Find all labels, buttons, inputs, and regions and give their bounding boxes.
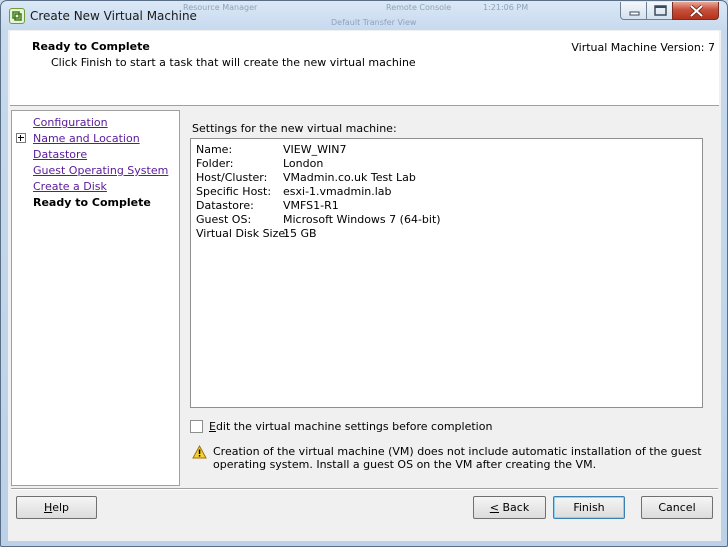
settings-summary-box[interactable]: Name: VIEW_WIN7 Folder: London Host/Cluste… <box>190 138 703 408</box>
vm-version-label: Virtual Machine Version: 7 <box>571 41 715 54</box>
help-button[interactable]: Help <box>16 496 97 519</box>
maximize-icon <box>654 5 667 16</box>
dialog-window: Create New Virtual Machine Resource Mana… <box>0 0 728 547</box>
summary-key: Host/Cluster: <box>196 171 268 184</box>
summary-value: VIEW_WIN7 <box>283 143 347 156</box>
step-description: Click Finish to start a task that will c… <box>51 56 416 69</box>
nav-item-create-disk[interactable]: Create a Disk <box>33 180 107 193</box>
warning-triangle-icon <box>192 445 207 459</box>
accelerator-key: E <box>209 420 216 433</box>
footer-divider <box>11 488 718 490</box>
settings-label: Settings for the new virtual machine: <box>192 122 397 135</box>
summary-key: Virtual Disk Size: <box>196 227 289 240</box>
summary-value: London <box>283 157 324 170</box>
summary-value: VMFS1-R1 <box>283 199 339 212</box>
nav-item-datastore[interactable]: Datastore <box>33 148 87 161</box>
edit-settings-checkbox[interactable] <box>190 420 203 433</box>
vm-app-icon <box>9 8 25 24</box>
back-button-label: Back <box>499 501 530 514</box>
nav-item-ready-to-complete: Ready to Complete <box>33 196 151 209</box>
summary-key: Name: <box>196 143 233 156</box>
summary-key: Guest OS: <box>196 213 252 226</box>
minimize-button[interactable] <box>620 2 647 20</box>
accelerator-key: H <box>43 501 53 514</box>
minimize-icon <box>629 11 640 16</box>
help-button-label: elp <box>52 501 70 514</box>
background-text: 1:21:06 PM <box>483 3 529 12</box>
back-button[interactable]: < Back <box>473 496 546 519</box>
maximize-button[interactable] <box>646 2 673 20</box>
summary-value: 15 GB <box>283 227 317 240</box>
background-text: Default Transfer View <box>331 18 417 27</box>
background-text: Resource Manager <box>183 3 258 12</box>
wizard-step-nav: Configuration Name and Location Datastor… <box>11 110 180 486</box>
summary-key: Folder: <box>196 157 234 170</box>
background-text: Remote Console <box>386 3 452 12</box>
summary-key: Datastore: <box>196 199 254 212</box>
wizard-header: Ready to Complete Click Finish to start … <box>10 31 719 106</box>
nav-item-configuration[interactable]: Configuration <box>33 116 108 129</box>
summary-value: esxi-1.vmadmin.lab <box>283 185 392 198</box>
summary-key: Specific Host: <box>196 185 272 198</box>
edit-settings-label[interactable]: Edit the virtual machine settings before… <box>209 420 492 433</box>
accelerator-key: < <box>489 501 499 514</box>
expand-plus-icon[interactable] <box>16 133 26 143</box>
title-bar[interactable]: Create New Virtual Machine Resource Mana… <box>1 1 727 31</box>
step-title: Ready to Complete <box>32 40 150 53</box>
close-icon <box>689 4 704 18</box>
nav-item-name-and-location[interactable]: Name and Location <box>33 132 140 145</box>
close-button[interactable] <box>672 2 719 20</box>
warning-text: Creation of the virtual machine (VM) doe… <box>213 445 702 471</box>
summary-value: Microsoft Windows 7 (64-bit) <box>283 213 441 226</box>
dialog-body: Ready to Complete Click Finish to start … <box>8 30 721 541</box>
window-title: Create New Virtual Machine <box>30 9 197 23</box>
cancel-button[interactable]: Cancel <box>641 496 713 519</box>
nav-item-guest-os[interactable]: Guest Operating System <box>33 164 168 177</box>
finish-button[interactable]: Finish <box>553 496 625 519</box>
summary-value: VMadmin.co.uk Test Lab <box>283 171 416 184</box>
edit-settings-label-text: dit the virtual machine settings before … <box>215 420 493 433</box>
